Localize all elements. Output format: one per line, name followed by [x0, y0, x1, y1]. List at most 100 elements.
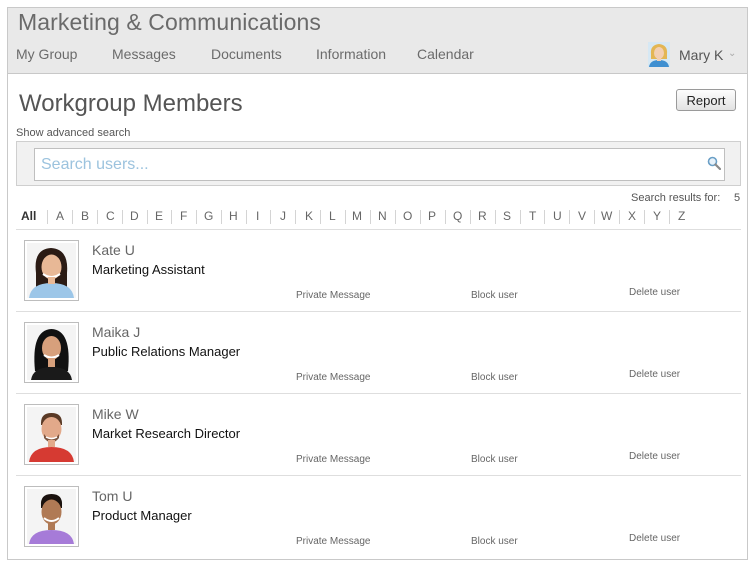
male-avatar-icon	[27, 489, 76, 544]
alpha-filter-a[interactable]: A	[56, 209, 64, 223]
member-row: Mike W Market Research Director Private …	[16, 393, 741, 475]
delete-user-link[interactable]: Delete user	[629, 369, 680, 380]
alpha-filter-k[interactable]: K	[305, 209, 313, 223]
alpha-filter-all[interactable]: All	[21, 209, 36, 223]
block-user-link[interactable]: Block user	[471, 536, 518, 547]
alpha-divider	[669, 210, 670, 224]
member-photo[interactable]	[24, 322, 79, 383]
nav-item-information[interactable]: Information	[316, 46, 386, 62]
alpha-filter-v[interactable]: V	[578, 209, 586, 223]
page-title: Workgroup Members	[19, 90, 243, 117]
alpha-filter-t[interactable]: T	[529, 209, 536, 223]
member-name: Tom U	[92, 488, 133, 504]
alpha-filter-e[interactable]: E	[155, 209, 163, 223]
alpha-divider	[594, 210, 595, 224]
alpha-filter-d[interactable]: D	[130, 209, 139, 223]
alpha-divider	[445, 210, 446, 224]
app-title: Marketing & Communications	[18, 9, 321, 35]
private-message-link[interactable]: Private Message	[296, 290, 370, 301]
alpha-filter-q[interactable]: Q	[453, 209, 462, 223]
search-results-count: 5	[734, 192, 741, 204]
alpha-divider	[147, 210, 148, 224]
member-name: Mike W	[92, 406, 139, 422]
alphabet-filter: All A B C D E F G H I J K L M N O P Q R …	[8, 209, 747, 225]
alpha-divider	[470, 210, 471, 224]
nav-item-documents[interactable]: Documents	[211, 46, 282, 62]
delete-user-link[interactable]: Delete user	[629, 287, 680, 298]
header: Marketing & Communications My Group Mess…	[8, 8, 747, 74]
member-row: Kate U Marketing Assistant Private Messa…	[16, 229, 741, 311]
alpha-filter-n[interactable]: N	[378, 209, 387, 223]
alpha-divider	[370, 210, 371, 224]
delete-user-link[interactable]: Delete user	[629, 451, 680, 462]
alpha-divider	[320, 210, 321, 224]
alpha-filter-m[interactable]: M	[352, 209, 362, 223]
alpha-divider	[569, 210, 570, 224]
alpha-divider	[122, 210, 123, 224]
alpha-divider	[221, 210, 222, 224]
alpha-filter-g[interactable]: G	[204, 209, 213, 223]
male-avatar-icon	[27, 407, 76, 462]
alpha-divider	[295, 210, 296, 224]
alpha-filter-i[interactable]: I	[256, 209, 259, 223]
nav-item-calendar[interactable]: Calendar	[417, 46, 474, 62]
block-user-link[interactable]: Block user	[471, 372, 518, 383]
alpha-divider	[420, 210, 421, 224]
user-name: Mary K	[679, 47, 724, 63]
alpha-filter-w[interactable]: W	[601, 209, 612, 223]
alpha-filter-c[interactable]: C	[106, 209, 115, 223]
member-name: Maika J	[92, 324, 141, 340]
female-avatar-icon	[27, 243, 76, 298]
alpha-filter-h[interactable]: H	[229, 209, 238, 223]
nav-item-my-group[interactable]: My Group	[16, 46, 77, 62]
user-avatar	[648, 42, 670, 67]
alpha-divider	[345, 210, 346, 224]
alpha-filter-b[interactable]: B	[81, 209, 89, 223]
member-role: Marketing Assistant	[92, 262, 205, 277]
chevron-down-icon: ⌄	[728, 48, 737, 59]
alpha-filter-y[interactable]: Y	[653, 209, 661, 223]
alpha-filter-z[interactable]: Z	[678, 209, 685, 223]
member-photo[interactable]	[24, 404, 79, 465]
alpha-divider	[270, 210, 271, 224]
member-row: Maika J Public Relations Manager Private…	[16, 311, 741, 393]
alpha-filter-r[interactable]: R	[478, 209, 487, 223]
search-panel	[16, 141, 741, 186]
alpha-filter-s[interactable]: S	[503, 209, 511, 223]
private-message-link[interactable]: Private Message	[296, 536, 370, 547]
alpha-divider	[395, 210, 396, 224]
member-photo[interactable]	[24, 240, 79, 301]
alpha-filter-j[interactable]: J	[280, 209, 286, 223]
alpha-divider	[47, 210, 48, 224]
member-role: Public Relations Manager	[92, 344, 241, 359]
alpha-filter-x[interactable]: X	[628, 209, 636, 223]
alpha-divider	[495, 210, 496, 224]
alpha-filter-o[interactable]: O	[403, 209, 412, 223]
show-advanced-search-link[interactable]: Show advanced search	[16, 127, 130, 139]
member-role: Market Research Director	[92, 426, 241, 441]
member-row: Tom U Product Manager Private Message Bl…	[16, 475, 741, 557]
private-message-link[interactable]: Private Message	[296, 454, 370, 465]
private-message-link[interactable]: Private Message	[296, 372, 370, 383]
delete-user-link[interactable]: Delete user	[629, 533, 680, 544]
alpha-filter-l[interactable]: L	[329, 209, 336, 223]
alpha-divider	[171, 210, 172, 224]
report-button[interactable]: Report	[676, 89, 736, 111]
app-window: Marketing & Communications My Group Mess…	[7, 7, 748, 560]
member-photo[interactable]	[24, 486, 79, 547]
alpha-divider	[72, 210, 73, 224]
user-menu[interactable]: Mary K ⌄	[648, 42, 740, 68]
block-user-link[interactable]: Block user	[471, 290, 518, 301]
alpha-filter-f[interactable]: F	[180, 209, 187, 223]
search-results-label: Search results for:	[631, 192, 721, 204]
alpha-filter-p[interactable]: P	[428, 209, 436, 223]
alpha-filter-u[interactable]: U	[553, 209, 562, 223]
alpha-divider	[520, 210, 521, 224]
user-avatar-icon	[648, 42, 670, 67]
block-user-link[interactable]: Block user	[471, 454, 518, 465]
nav-item-messages[interactable]: Messages	[112, 46, 176, 62]
search-icon[interactable]	[707, 156, 721, 170]
search-input[interactable]	[34, 148, 725, 181]
alpha-divider	[619, 210, 620, 224]
alpha-divider	[246, 210, 247, 224]
